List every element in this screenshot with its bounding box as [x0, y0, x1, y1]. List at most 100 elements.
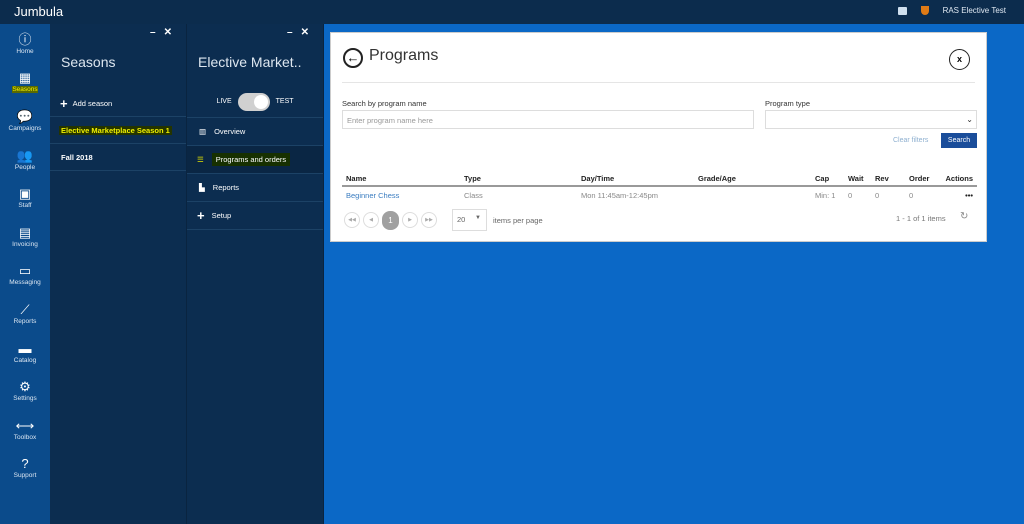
staff-icon: ▣ [18, 186, 32, 202]
nav-label: Toolbox [13, 433, 37, 441]
table-row: Beginner Chess Class Mon 11:45am-12:45pm Mi… [342, 186, 977, 204]
left-nav: ⓘ Home ▦ Seasons 💬 Campaigns 👥 People ▣ Staff ▤ Inv… [0, 24, 50, 524]
programs-table: Name Type Day/Time Grade/Age Cap Wait Rev Order… [342, 172, 977, 204]
season-item[interactable]: Fall 2018 [50, 144, 186, 171]
panel-title: Elective Market.. [198, 54, 302, 70]
campaigns-icon: 💬 [16, 108, 34, 124]
brand-logo: Jumbula [14, 4, 64, 19]
first-page-button[interactable]: ◀◀ [344, 212, 360, 228]
clear-filters-link[interactable]: Clear filters [893, 137, 928, 144]
minimize-icon[interactable]: – [150, 27, 164, 38]
table-cell: 0 [875, 191, 880, 200]
shield-icon [920, 6, 929, 15]
people-icon: 👥 [16, 147, 34, 163]
panel-title: Seasons [61, 54, 116, 70]
search-button[interactable]: Search [941, 133, 977, 148]
nav-label: Catalog [13, 356, 37, 364]
nav-label: Home [16, 47, 34, 55]
column-header[interactable]: Order [905, 172, 941, 187]
program-link[interactable]: Beginner Chess [342, 186, 460, 204]
seasons-icon: ▦ [18, 70, 32, 86]
plus-icon: + [197, 208, 205, 223]
chat-icon[interactable] [897, 6, 907, 15]
nav-label: Settings [13, 395, 37, 403]
page-size-select[interactable]: 20 ▼ [452, 209, 487, 231]
printer-icon: ▙ [199, 183, 205, 192]
nav-item-campaigns[interactable]: 💬 Campaigns [0, 101, 50, 140]
top-bar: Jumbula RAS Elective Test [0, 0, 1024, 24]
divider [342, 82, 975, 83]
nav-item-people[interactable]: 👥 People [0, 140, 50, 179]
column-header[interactable]: Type [460, 172, 577, 187]
program-name-input[interactable]: Enter program name here [342, 110, 754, 129]
nav-label: Messaging [9, 279, 41, 287]
list-icon: ☰ [197, 155, 204, 164]
nav-item-home[interactable]: ⓘ Home [0, 24, 50, 63]
menu-programs-and-orders[interactable]: ☰ Programs and orders [187, 146, 323, 174]
nav-item-messaging[interactable]: ▭ Messaging [0, 256, 50, 295]
reports-icon: ⟋ [20, 301, 30, 317]
column-header[interactable]: Rev [871, 172, 905, 187]
items-per-page-label: items per page [493, 215, 543, 225]
program-type-select[interactable]: ⌄ [765, 110, 977, 129]
caret-down-icon: ▼ [475, 215, 481, 221]
programs-card: ← Programs x Search by program name Ente… [330, 32, 987, 242]
toolbox-icon: ⟷ [15, 417, 35, 433]
nav-label: Reports [13, 317, 37, 325]
catalog-icon: ▬ [18, 340, 32, 356]
season-item[interactable]: Elective Marketplace Season 1 [50, 117, 186, 144]
nav-item-catalog[interactable]: ▬ Catalog [0, 333, 50, 372]
home-icon: ⓘ [18, 31, 32, 47]
nav-item-support[interactable]: ? Support [0, 449, 50, 488]
table-cell: Mon 11:45am-12:45pm [581, 191, 658, 200]
search-label: Search by program name [342, 99, 427, 108]
column-header[interactable]: Cap [811, 172, 844, 187]
column-header[interactable]: Grade/Age [694, 172, 811, 187]
last-page-button[interactable]: ▶▶ [421, 212, 437, 228]
column-header[interactable]: Wait [844, 172, 871, 187]
nav-label: People [14, 163, 36, 171]
invoicing-icon: ▤ [18, 224, 32, 240]
column-header[interactable]: Name [342, 172, 460, 187]
table-cell: 0 [848, 191, 853, 200]
page-title: Programs [369, 47, 439, 64]
account-name[interactable]: RAS Elective Test [943, 6, 1006, 15]
live-test-toggle[interactable] [237, 92, 270, 111]
close-icon[interactable]: ✕ [164, 27, 180, 38]
prev-page-button[interactable]: ◀ [363, 212, 379, 228]
nav-label: Invoicing [12, 240, 38, 248]
support-icon: ? [21, 456, 29, 472]
nav-item-staff[interactable]: ▣ Staff [0, 178, 50, 217]
excel-export-icon[interactable]: x [949, 49, 970, 70]
nav-item-reports[interactable]: ⟋ Reports [0, 294, 50, 333]
nav-item-seasons[interactable]: ▦ Seasons [0, 63, 50, 102]
items-count: 1 - 1 of 1 items [896, 214, 946, 223]
season-detail-panel: –✕ Elective Market.. LIVE TEST ▥ Overview… [187, 24, 324, 524]
menu-reports[interactable]: ▙ Reports [187, 174, 323, 202]
close-icon[interactable]: ✕ [301, 27, 317, 38]
table-cell: Class [464, 191, 483, 200]
next-page-button[interactable]: ▶ [402, 212, 418, 228]
nav-label: Staff [18, 202, 32, 210]
program-type-label: Program type [765, 99, 811, 108]
add-season-button[interactable]: + Add season [50, 90, 186, 117]
menu-overview[interactable]: ▥ Overview [187, 118, 323, 146]
column-header[interactable]: Actions [941, 172, 977, 187]
actions-menu-button[interactable]: ••• [941, 186, 977, 204]
plus-icon: + [60, 95, 68, 111]
seasons-panel: –✕ Seasons + Add season Elective Marketpl… [50, 24, 187, 524]
nav-item-invoicing[interactable]: ▤ Invoicing [0, 217, 50, 256]
menu-setup[interactable]: + Setup [187, 202, 323, 230]
messaging-icon: ▭ [18, 263, 32, 279]
back-arrow-icon[interactable]: ← [343, 48, 363, 68]
nav-label: Support [13, 472, 37, 480]
nav-label: Campaigns [8, 124, 42, 132]
nav-item-settings[interactable]: ⚙ Settings [0, 371, 50, 410]
page-1-button[interactable]: 1 [382, 210, 399, 230]
refresh-icon[interactable]: ↻ [960, 211, 968, 222]
nav-item-toolbox[interactable]: ⟷ Toolbox [0, 410, 50, 449]
settings-icon: ⚙ [19, 379, 31, 395]
minimize-icon[interactable]: – [287, 27, 301, 38]
chart-icon: ▥ [199, 127, 207, 136]
column-header[interactable]: Day/Time [577, 172, 694, 187]
